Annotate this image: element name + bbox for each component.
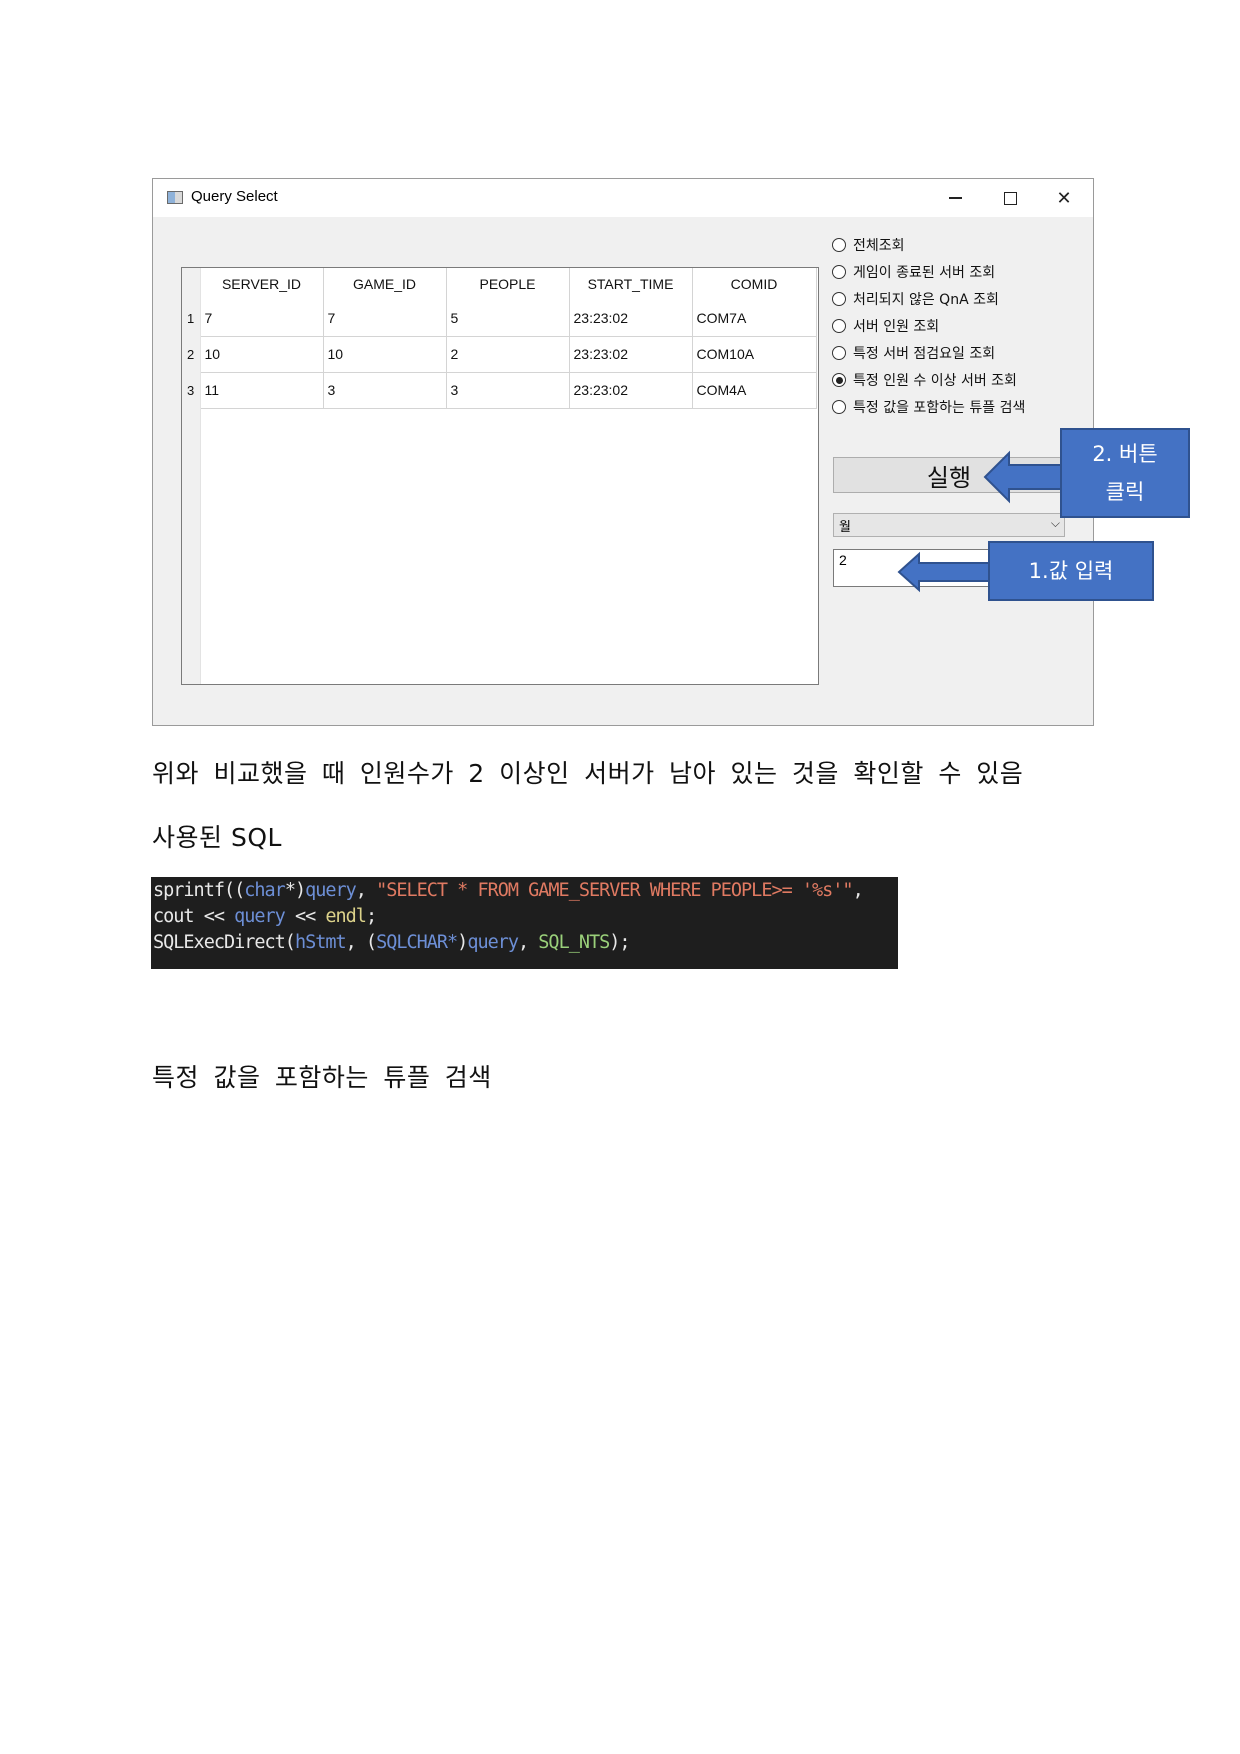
column-header-server-id[interactable]: SERVER_ID [200, 268, 324, 300]
radio-tuple-search[interactable]: 특정 값을 포함하는 튜플 검색 [832, 396, 1025, 418]
radio-server-maintenance-day[interactable]: 특정 서버 점검요일 조회 [832, 342, 995, 364]
cell-people[interactable]: 3 [446, 372, 570, 409]
next-section-heading: 특정 값을 포함하는 튜플 검색 [152, 1063, 492, 1092]
column-header-comid[interactable]: COMID [692, 268, 817, 300]
row-number[interactable]: 1 [182, 300, 201, 336]
code-line: SQLExecDirect(hStmt, (SQLCHAR*)query, SQ… [153, 932, 631, 953]
cell-start-time[interactable]: 23:23:02 [569, 336, 693, 373]
cell-people[interactable]: 2 [446, 336, 570, 373]
cell-start-time[interactable]: 23:23:02 [569, 372, 693, 409]
cell-game-id[interactable]: 3 [323, 372, 447, 409]
cell-comid[interactable]: COM10A [692, 336, 817, 373]
radio-label: 특정 인원 수 이상 서버 조회 [853, 373, 1017, 389]
table-corner[interactable] [182, 268, 201, 300]
cell-server-id[interactable]: 10 [200, 336, 324, 373]
close-button[interactable]: ✕ [1037, 179, 1091, 217]
row-number[interactable]: 2 [182, 336, 201, 372]
arrow-to-value-input [897, 551, 990, 593]
radio-server-people[interactable]: 서버 인원 조회 [832, 315, 939, 337]
table-row[interactable]: 2 10 10 2 23:23:02 COM10A [182, 336, 817, 373]
window-title: Query Select [191, 188, 278, 205]
maximize-icon [1003, 191, 1017, 205]
radio-label: 전체조회 [853, 238, 905, 254]
radio-unchecked-icon [832, 238, 846, 252]
radio-checked-icon [832, 373, 846, 387]
radio-unchecked-icon [832, 265, 846, 279]
radio-unchecked-icon [832, 400, 846, 414]
sql-code-snippet: sprintf((char*)query, "SELECT * FROM GAM… [151, 877, 898, 969]
cell-comid[interactable]: COM7A [692, 300, 817, 337]
cell-server-id[interactable]: 7 [200, 300, 324, 337]
minimize-icon [948, 197, 962, 199]
cell-start-time[interactable]: 23:23:02 [569, 300, 693, 337]
radio-unchecked-icon [832, 319, 846, 333]
table-header-row: SERVER_ID GAME_ID PEOPLE START_TIME COMI… [182, 268, 817, 300]
cell-comid[interactable]: COM4A [692, 372, 817, 409]
result-grid[interactable]: SERVER_ID GAME_ID PEOPLE START_TIME COMI… [181, 267, 819, 685]
callout-text: 클릭 [1105, 480, 1145, 504]
radio-unchecked-icon [832, 292, 846, 306]
close-icon: ✕ [1056, 187, 1072, 209]
table-row[interactable]: 1 7 7 5 23:23:02 COM7A [182, 300, 817, 337]
query-select-window: Query Select ✕ SERVER_ID GAME_ID PEOPLE … [152, 178, 1094, 726]
cell-people[interactable]: 5 [446, 300, 570, 337]
arrow-to-run-button [983, 450, 1064, 504]
callout-text: 1.값 입력 [1028, 559, 1114, 583]
window-titlebar[interactable]: Query Select ✕ [153, 179, 1093, 217]
radio-label: 게임이 종료된 서버 조회 [853, 265, 996, 281]
radio-label: 서버 인원 조회 [853, 319, 940, 335]
column-header-game-id[interactable]: GAME_ID [323, 268, 447, 300]
result-description: 위와 비교했을 때 인원수가 2 이상인 서버가 남아 있는 것을 확인할 수 … [152, 759, 1024, 788]
left-arrow-icon [897, 551, 990, 593]
app-window-icon [167, 191, 183, 204]
left-arrow-icon [983, 450, 1064, 504]
result-table: SERVER_ID GAME_ID PEOPLE START_TIME COMI… [182, 268, 817, 409]
table-row[interactable]: 3 11 3 3 23:23:02 COM4A [182, 372, 817, 409]
maximize-button[interactable] [983, 179, 1037, 217]
minimize-button[interactable] [928, 179, 982, 217]
column-header-start-time[interactable]: START_TIME [569, 268, 693, 300]
callout-text: 2. 버튼 [1092, 442, 1158, 466]
radio-label: 특정 서버 점검요일 조회 [853, 346, 996, 362]
radio-min-people-servers[interactable]: 특정 인원 수 이상 서버 조회 [832, 369, 1017, 391]
radio-finished-game-servers[interactable]: 게임이 종료된 서버 조회 [832, 261, 995, 283]
radio-label: 특정 값을 포함하는 튜플 검색 [853, 400, 1026, 416]
cell-game-id[interactable]: 7 [323, 300, 447, 337]
code-line: sprintf((char*)query, "SELECT * FROM GAM… [153, 880, 864, 901]
radio-all-query[interactable]: 전체조회 [832, 234, 905, 256]
row-number[interactable]: 3 [182, 372, 201, 408]
cell-game-id[interactable]: 10 [323, 336, 447, 373]
combobox-value: 월 [839, 519, 851, 535]
callout-click-button: 2. 버튼 클릭 [1060, 428, 1190, 518]
weekday-combobox[interactable]: 월 ⌵ [833, 513, 1065, 537]
column-header-people[interactable]: PEOPLE [446, 268, 570, 300]
chevron-down-icon[interactable]: ⌵ [1051, 516, 1060, 531]
callout-enter-value: 1.값 입력 [988, 541, 1154, 601]
radio-label: 처리되지 않은 QnA 조회 [853, 292, 999, 308]
sql-heading: 사용된 SQL [152, 823, 282, 852]
radio-unchecked-icon [832, 346, 846, 360]
radio-unhandled-qna[interactable]: 처리되지 않은 QnA 조회 [832, 288, 999, 310]
code-line: cout << query << endl; [153, 906, 377, 927]
cell-server-id[interactable]: 11 [200, 372, 324, 409]
